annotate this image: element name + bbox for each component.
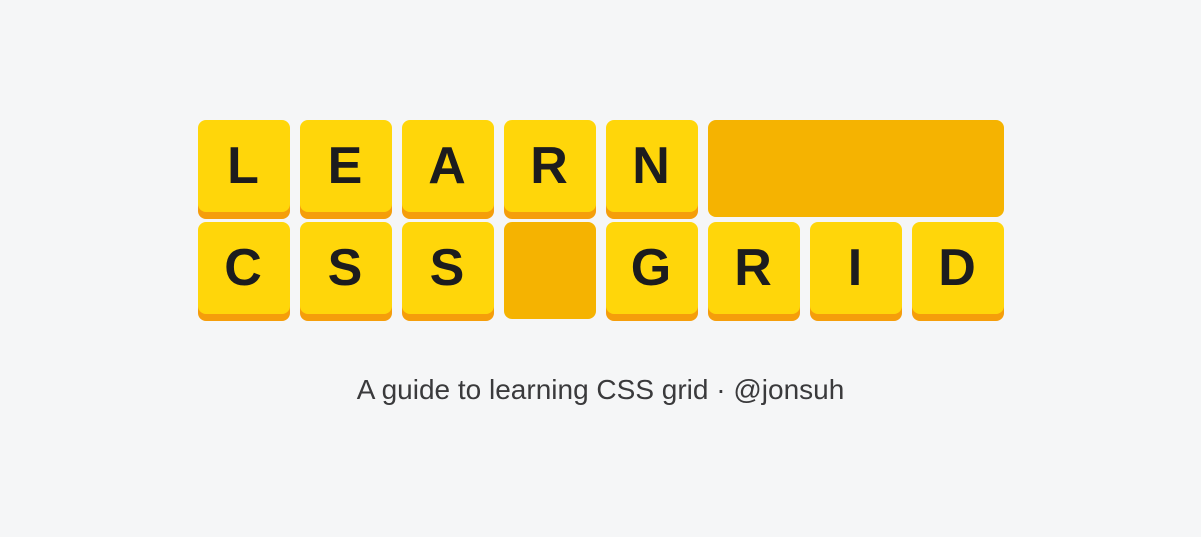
tile-C: C xyxy=(198,222,290,314)
tile-N: N xyxy=(606,120,698,212)
tagline-text: A guide to learning CSS grid xyxy=(357,374,709,405)
tile-G: G xyxy=(606,222,698,314)
title-grid: L E A R N C S S G R I D xyxy=(198,120,1004,314)
tile-R: R xyxy=(504,120,596,212)
author-link[interactable]: @jonsuh xyxy=(733,374,844,405)
tile-L: L xyxy=(198,120,290,212)
tagline-separator: · xyxy=(708,374,733,405)
tile-D: D xyxy=(912,222,1004,314)
tile-S1: S xyxy=(300,222,392,314)
tile-empty-wide xyxy=(708,120,1004,217)
tile-empty xyxy=(504,222,596,319)
tile-I: I xyxy=(810,222,902,314)
tagline: A guide to learning CSS grid · @jonsuh xyxy=(357,374,845,406)
tile-A: A xyxy=(402,120,494,212)
tile-S2: S xyxy=(402,222,494,314)
tile-R2: R xyxy=(708,222,800,314)
tile-E: E xyxy=(300,120,392,212)
